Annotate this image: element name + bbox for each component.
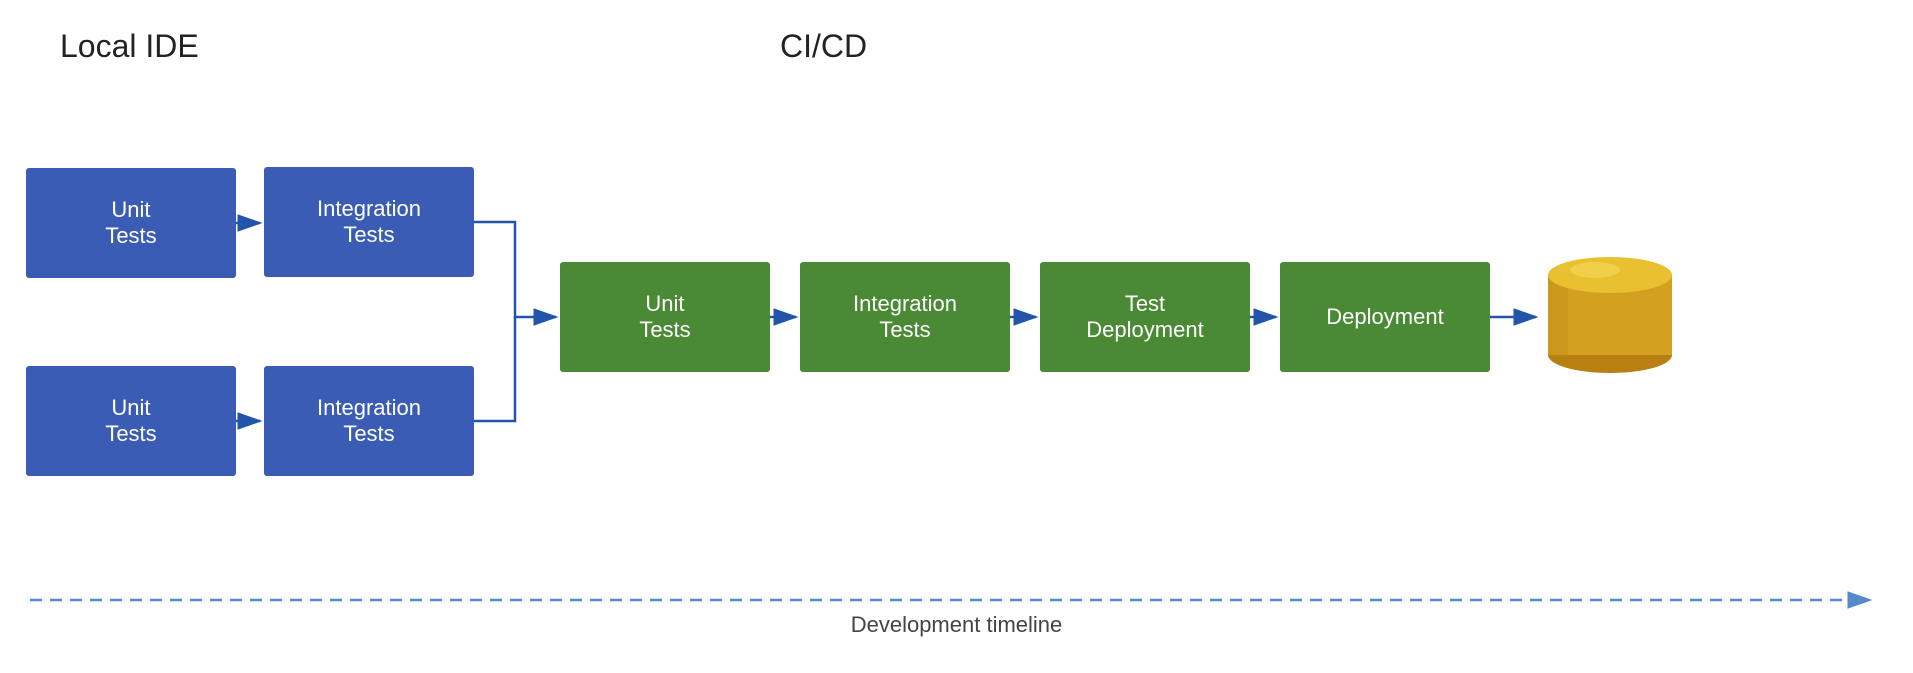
local-integration-2-box: IntegrationTests	[264, 366, 474, 476]
local-unit-1-box: UnitTests	[26, 168, 236, 278]
local-integration-1-box: IntegrationTests	[264, 167, 474, 277]
ci-unit-box: UnitTests	[560, 262, 770, 372]
cylinder-container	[1540, 237, 1680, 387]
local-unit-2-box: UnitTests	[26, 366, 236, 476]
cylinder-icon	[1540, 237, 1680, 382]
diagram-container: Local IDE CI/CD UnitTests IntegrationTes…	[0, 0, 1913, 673]
ci-test-deploy-box: TestDeployment	[1040, 262, 1250, 372]
ci-deploy-box: Deployment	[1280, 262, 1490, 372]
cicd-label: CI/CD	[780, 28, 867, 65]
local-ide-label: Local IDE	[60, 28, 199, 65]
ci-integration-box: IntegrationTests	[800, 262, 1010, 372]
timeline-label: Development timeline	[0, 612, 1913, 638]
